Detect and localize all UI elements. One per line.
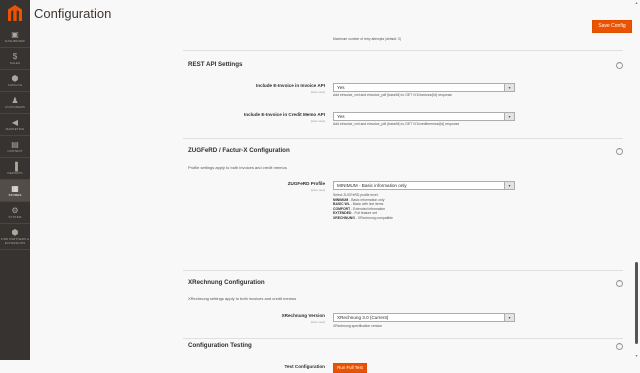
nav-label: Content xyxy=(7,149,23,153)
person-icon: ♟ xyxy=(11,96,19,105)
select-value: Yes xyxy=(337,114,345,119)
credit-memo-api-note: Add einvoice_xml and einvoice_pdf (base6… xyxy=(333,122,460,126)
xrechnung-version-note: XRechnung specification version xyxy=(333,324,383,328)
nav-reports[interactable]: ▐ Reports xyxy=(0,158,30,180)
gear-icon: ⚙ xyxy=(11,206,19,215)
invoice-api-label: Include E-Invoice in Invoice API xyxy=(255,83,325,88)
section-title[interactable]: XRechnung Configuration xyxy=(188,279,265,286)
admin-sidebar: ▣ Dashboard $ Sales ⬢ Catalog ♟ Customers ◀ M… xyxy=(0,0,30,360)
section-description: Profile settings apply to both invoices … xyxy=(188,165,287,170)
zugferd-profile-select[interactable]: MINIMUM - Basic information only ▾ xyxy=(333,181,515,190)
save-config-button[interactable]: Save Config xyxy=(592,20,632,33)
nav-label: Reports xyxy=(7,171,23,175)
zugferd-profile-label: ZUGFeRD Profile xyxy=(287,181,325,186)
nav-label: Dashboard xyxy=(5,39,25,43)
scope-label: [store view] xyxy=(310,119,325,123)
nav-customers[interactable]: ♟ Customers xyxy=(0,92,30,114)
section-title[interactable]: Configuration Testing xyxy=(188,342,252,349)
chevron-down-icon: ▾ xyxy=(504,182,514,189)
select-value: XRechnung 3.0 (Current) xyxy=(337,315,389,320)
nav-sales[interactable]: $ Sales xyxy=(0,48,30,70)
select-value: MINIMUM - Basic information only xyxy=(337,183,407,188)
section-title[interactable]: ZUGFeRD / Factur-X Configuration xyxy=(188,147,290,154)
content-icon: ▤ xyxy=(11,140,19,149)
invoice-api-note: Add einvoice_xml and einvoice_pdf (base6… xyxy=(333,93,453,97)
chevron-down-icon: ▾ xyxy=(504,84,514,91)
scroll-down-icon[interactable]: ▾ xyxy=(634,354,639,358)
cube-icon: ⬢ xyxy=(11,74,19,83)
rest-api-section: REST API Settings ⌃ Include E-Invoice in… xyxy=(183,50,623,133)
nav-label: Catalog xyxy=(7,83,23,87)
nav-stores[interactable]: ▦ Stores xyxy=(0,180,30,202)
collapse-icon[interactable]: ⌃ xyxy=(616,148,623,155)
scope-label: [store view] xyxy=(310,188,325,192)
nav-partners[interactable]: ⬢ Find Partners & Extensions xyxy=(0,224,30,250)
page-header: Configuration Save Config xyxy=(30,0,640,33)
nav-dashboard[interactable]: ▣ Dashboard xyxy=(0,26,30,48)
invoice-api-select[interactable]: Yes ▾ xyxy=(333,83,515,92)
testing-section: Configuration Testing ⌃ Test Configurati… xyxy=(183,338,623,373)
nav-label: Sales xyxy=(9,61,21,65)
nav-label: Marketing xyxy=(5,127,25,131)
nav-label: System xyxy=(8,215,22,219)
scope-label: [store view] xyxy=(310,320,325,324)
nav-label: Find Partners & Extensions xyxy=(0,237,30,245)
zugferd-section: ZUGFeRD / Factur-X Configuration ⌃ Profi… xyxy=(183,138,623,265)
page-scrollbar[interactable]: ▴ ▾ xyxy=(634,0,639,360)
scrollbar-thumb[interactable] xyxy=(635,262,638,344)
section-title[interactable]: REST API Settings xyxy=(188,61,242,68)
chevron-down-icon: ▾ xyxy=(504,314,514,321)
select-value: Yes xyxy=(337,85,345,90)
collapse-icon[interactable]: ⌃ xyxy=(616,343,623,350)
magento-logo[interactable] xyxy=(0,0,30,26)
config-content: Maximum number of retry attempts (defaul… xyxy=(183,36,630,373)
nav-label: Customers xyxy=(4,105,25,109)
test-configuration-label: Test Configuration xyxy=(284,364,326,369)
puzzle-icon: ⬢ xyxy=(11,228,19,237)
credit-memo-api-select[interactable]: Yes ▾ xyxy=(333,112,515,121)
logo-icon xyxy=(8,5,22,21)
scope-label: [store view] xyxy=(310,90,325,94)
run-full-test-button[interactable]: Run Full Test xyxy=(333,363,367,373)
zugferd-profile-notes: Select ZUGFeRD profile level: MINIMUM - … xyxy=(333,193,393,220)
retry-note: Maximum number of retry attempts (defaul… xyxy=(333,37,401,41)
scroll-up-icon[interactable]: ▴ xyxy=(634,1,639,5)
nav-marketing[interactable]: ◀ Marketing xyxy=(0,114,30,136)
dollar-icon: $ xyxy=(12,52,18,61)
note-line: XRECHNUNG - XRechnung compatible xyxy=(333,215,393,220)
xrechnung-version-select[interactable]: XRechnung 3.0 (Current) ▾ xyxy=(333,313,515,322)
store-icon: ▦ xyxy=(11,184,19,193)
page-title: Configuration xyxy=(34,6,112,21)
admin-nav: ▣ Dashboard $ Sales ⬢ Catalog ♟ Customers ◀ M… xyxy=(0,26,30,250)
section-description: XRechnung settings apply to both invoice… xyxy=(188,296,297,301)
nav-content[interactable]: ▤ Content xyxy=(0,136,30,158)
xrechnung-section: XRechnung Configuration ⌃ XRechnung sett… xyxy=(183,270,623,335)
dashboard-icon: ▣ xyxy=(11,30,19,39)
credit-memo-api-label: Include E-Invoice in Credit Memo API xyxy=(244,112,325,117)
xrechnung-version-label: XRechnung Version xyxy=(281,313,325,318)
chevron-down-icon: ▾ xyxy=(504,113,514,120)
collapse-icon[interactable]: ⌃ xyxy=(616,280,623,287)
bar-chart-icon: ▐ xyxy=(12,162,18,171)
megaphone-icon: ◀ xyxy=(11,118,19,127)
nav-system[interactable]: ⚙ System xyxy=(0,202,30,224)
nav-label: Stores xyxy=(8,193,22,197)
collapse-icon[interactable]: ⌃ xyxy=(616,62,623,69)
nav-catalog[interactable]: ⬢ Catalog xyxy=(0,70,30,92)
